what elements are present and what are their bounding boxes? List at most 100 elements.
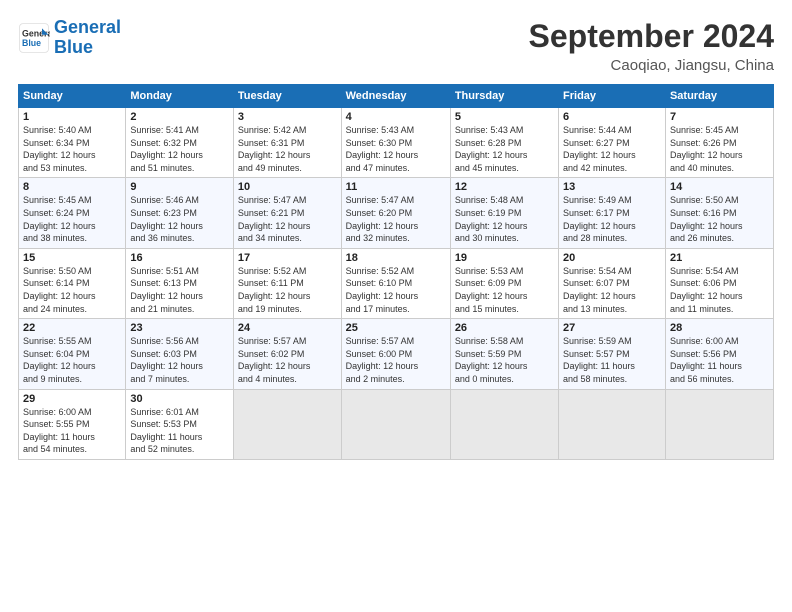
calendar-week-row: 8Sunrise: 5:45 AM Sunset: 6:24 PM Daylig… — [19, 178, 774, 248]
day-number: 23 — [130, 322, 229, 334]
day-number: 1 — [23, 111, 121, 123]
table-row: 27Sunrise: 5:59 AM Sunset: 5:57 PM Dayli… — [559, 319, 666, 389]
col-sunday: Sunday — [19, 85, 126, 108]
day-info: Sunrise: 5:52 AM Sunset: 6:11 PM Dayligh… — [238, 265, 337, 315]
day-number: 29 — [23, 393, 121, 405]
day-number: 10 — [238, 181, 337, 193]
table-row — [233, 389, 341, 459]
day-number: 13 — [563, 181, 661, 193]
day-number: 6 — [563, 111, 661, 123]
day-number: 21 — [670, 252, 769, 264]
day-number: 26 — [455, 322, 554, 334]
day-info: Sunrise: 5:50 AM Sunset: 6:16 PM Dayligh… — [670, 194, 769, 244]
table-row: 24Sunrise: 5:57 AM Sunset: 6:02 PM Dayli… — [233, 319, 341, 389]
col-tuesday: Tuesday — [233, 85, 341, 108]
day-info: Sunrise: 6:00 AM Sunset: 5:55 PM Dayligh… — [23, 406, 121, 456]
calendar-week-row: 22Sunrise: 5:55 AM Sunset: 6:04 PM Dayli… — [19, 319, 774, 389]
day-info: Sunrise: 5:47 AM Sunset: 6:21 PM Dayligh… — [238, 194, 337, 244]
table-row — [665, 389, 773, 459]
col-wednesday: Wednesday — [341, 85, 450, 108]
table-row: 6Sunrise: 5:44 AM Sunset: 6:27 PM Daylig… — [559, 108, 666, 178]
day-info: Sunrise: 5:49 AM Sunset: 6:17 PM Dayligh… — [563, 194, 661, 244]
table-row — [341, 389, 450, 459]
day-info: Sunrise: 5:59 AM Sunset: 5:57 PM Dayligh… — [563, 335, 661, 385]
table-row: 18Sunrise: 5:52 AM Sunset: 6:10 PM Dayli… — [341, 248, 450, 318]
calendar-week-row: 1Sunrise: 5:40 AM Sunset: 6:34 PM Daylig… — [19, 108, 774, 178]
table-row: 5Sunrise: 5:43 AM Sunset: 6:28 PM Daylig… — [450, 108, 558, 178]
day-number: 14 — [670, 181, 769, 193]
day-number: 15 — [23, 252, 121, 264]
svg-text:Blue: Blue — [22, 38, 41, 48]
table-row: 2Sunrise: 5:41 AM Sunset: 6:32 PM Daylig… — [126, 108, 234, 178]
logo-line2: Blue — [54, 37, 93, 57]
table-row — [559, 389, 666, 459]
day-number: 19 — [455, 252, 554, 264]
day-number: 5 — [455, 111, 554, 123]
calendar-table: Sunday Monday Tuesday Wednesday Thursday… — [18, 84, 774, 460]
day-number: 2 — [130, 111, 229, 123]
day-number: 17 — [238, 252, 337, 264]
day-number: 11 — [346, 181, 446, 193]
day-number: 22 — [23, 322, 121, 334]
day-info: Sunrise: 5:50 AM Sunset: 6:14 PM Dayligh… — [23, 265, 121, 315]
logo-line1: General — [54, 17, 121, 37]
table-row: 29Sunrise: 6:00 AM Sunset: 5:55 PM Dayli… — [19, 389, 126, 459]
day-info: Sunrise: 5:47 AM Sunset: 6:20 PM Dayligh… — [346, 194, 446, 244]
location: Caoqiao, Jiangsu, China — [529, 57, 774, 74]
table-row: 25Sunrise: 5:57 AM Sunset: 6:00 PM Dayli… — [341, 319, 450, 389]
day-info: Sunrise: 5:52 AM Sunset: 6:10 PM Dayligh… — [346, 265, 446, 315]
table-row: 1Sunrise: 5:40 AM Sunset: 6:34 PM Daylig… — [19, 108, 126, 178]
table-row: 10Sunrise: 5:47 AM Sunset: 6:21 PM Dayli… — [233, 178, 341, 248]
day-info: Sunrise: 5:43 AM Sunset: 6:30 PM Dayligh… — [346, 124, 446, 174]
col-monday: Monday — [126, 85, 234, 108]
table-row: 30Sunrise: 6:01 AM Sunset: 5:53 PM Dayli… — [126, 389, 234, 459]
day-info: Sunrise: 5:57 AM Sunset: 6:02 PM Dayligh… — [238, 335, 337, 385]
table-row: 17Sunrise: 5:52 AM Sunset: 6:11 PM Dayli… — [233, 248, 341, 318]
day-info: Sunrise: 5:57 AM Sunset: 6:00 PM Dayligh… — [346, 335, 446, 385]
day-number: 16 — [130, 252, 229, 264]
logo-text: General Blue — [54, 18, 121, 58]
day-info: Sunrise: 5:45 AM Sunset: 6:24 PM Dayligh… — [23, 194, 121, 244]
day-number: 8 — [23, 181, 121, 193]
day-info: Sunrise: 5:51 AM Sunset: 6:13 PM Dayligh… — [130, 265, 229, 315]
day-info: Sunrise: 5:54 AM Sunset: 6:06 PM Dayligh… — [670, 265, 769, 315]
day-info: Sunrise: 5:46 AM Sunset: 6:23 PM Dayligh… — [130, 194, 229, 244]
day-number: 9 — [130, 181, 229, 193]
day-info: Sunrise: 5:45 AM Sunset: 6:26 PM Dayligh… — [670, 124, 769, 174]
table-row: 22Sunrise: 5:55 AM Sunset: 6:04 PM Dayli… — [19, 319, 126, 389]
title-block: September 2024 Caoqiao, Jiangsu, China — [529, 18, 774, 74]
table-row: 7Sunrise: 5:45 AM Sunset: 6:26 PM Daylig… — [665, 108, 773, 178]
logo-icon: General Blue — [18, 22, 50, 54]
calendar-week-row: 15Sunrise: 5:50 AM Sunset: 6:14 PM Dayli… — [19, 248, 774, 318]
day-number: 24 — [238, 322, 337, 334]
table-row: 12Sunrise: 5:48 AM Sunset: 6:19 PM Dayli… — [450, 178, 558, 248]
day-number: 30 — [130, 393, 229, 405]
table-row: 4Sunrise: 5:43 AM Sunset: 6:30 PM Daylig… — [341, 108, 450, 178]
table-row: 20Sunrise: 5:54 AM Sunset: 6:07 PM Dayli… — [559, 248, 666, 318]
day-info: Sunrise: 5:55 AM Sunset: 6:04 PM Dayligh… — [23, 335, 121, 385]
day-number: 18 — [346, 252, 446, 264]
day-number: 20 — [563, 252, 661, 264]
day-number: 27 — [563, 322, 661, 334]
day-info: Sunrise: 5:56 AM Sunset: 6:03 PM Dayligh… — [130, 335, 229, 385]
table-row: 9Sunrise: 5:46 AM Sunset: 6:23 PM Daylig… — [126, 178, 234, 248]
calendar-week-row: 29Sunrise: 6:00 AM Sunset: 5:55 PM Dayli… — [19, 389, 774, 459]
day-info: Sunrise: 5:54 AM Sunset: 6:07 PM Dayligh… — [563, 265, 661, 315]
col-friday: Friday — [559, 85, 666, 108]
logo: General Blue General Blue — [18, 18, 121, 58]
table-row: 19Sunrise: 5:53 AM Sunset: 6:09 PM Dayli… — [450, 248, 558, 318]
page: General Blue General Blue September 2024… — [0, 0, 792, 612]
table-row: 28Sunrise: 6:00 AM Sunset: 5:56 PM Dayli… — [665, 319, 773, 389]
month-title: September 2024 — [529, 18, 774, 55]
table-row: 14Sunrise: 5:50 AM Sunset: 6:16 PM Dayli… — [665, 178, 773, 248]
table-row: 16Sunrise: 5:51 AM Sunset: 6:13 PM Dayli… — [126, 248, 234, 318]
day-info: Sunrise: 5:53 AM Sunset: 6:09 PM Dayligh… — [455, 265, 554, 315]
table-row: 15Sunrise: 5:50 AM Sunset: 6:14 PM Dayli… — [19, 248, 126, 318]
day-number: 4 — [346, 111, 446, 123]
day-info: Sunrise: 5:44 AM Sunset: 6:27 PM Dayligh… — [563, 124, 661, 174]
table-row: 8Sunrise: 5:45 AM Sunset: 6:24 PM Daylig… — [19, 178, 126, 248]
table-row: 11Sunrise: 5:47 AM Sunset: 6:20 PM Dayli… — [341, 178, 450, 248]
table-row — [450, 389, 558, 459]
day-info: Sunrise: 5:58 AM Sunset: 5:59 PM Dayligh… — [455, 335, 554, 385]
day-number: 28 — [670, 322, 769, 334]
